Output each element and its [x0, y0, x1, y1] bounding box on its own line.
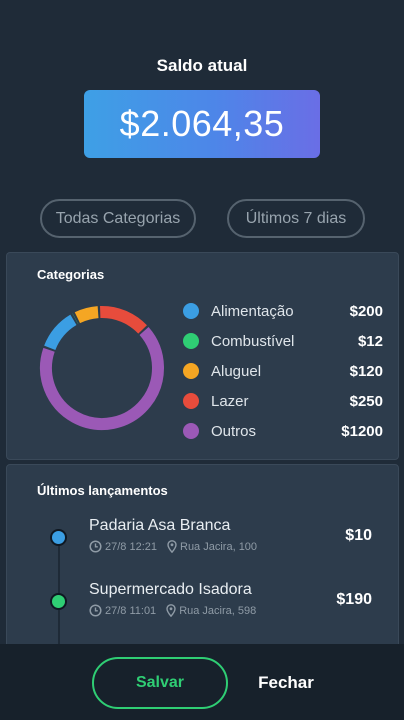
legend-label: Outros — [211, 422, 257, 440]
transaction-address: Rua Jacira, 598 — [179, 604, 257, 617]
balance-box: $2.064,35 — [84, 90, 320, 158]
transaction-item[interactable]: Supermercado Isadora 27/8 11:01 Rua Jaci… — [7, 577, 398, 637]
transaction-datetime: 27/8 11:01 — [105, 604, 157, 617]
transaction-amount: $190 — [336, 591, 372, 608]
transaction-name: Supermercado Isadora — [89, 581, 252, 598]
legend-value: $12 — [357, 332, 383, 350]
transaction-meta: 27/8 11:01 Rua Jacira, 598 — [89, 604, 256, 617]
transactions-card: Últimos lançamentos Padaria Asa Branca 2… — [6, 464, 399, 664]
transaction-item[interactable]: Padaria Asa Branca 27/8 12:21 Rua Jacira… — [7, 513, 398, 573]
bottom-action-bar: Salvar Fechar — [0, 644, 404, 720]
categories-legend: Alimentação $200 Combustível $12 Aluguel… — [183, 296, 383, 446]
donut-slice-aluguel — [74, 306, 99, 324]
transaction-datetime: 27/8 12:21 — [105, 540, 157, 553]
legend-label: Alimentação — [211, 302, 294, 320]
donut-slice-alimentacao — [44, 314, 77, 351]
legend-item-lazer[interactable]: Lazer $250 — [183, 386, 383, 416]
period-filter-button[interactable]: Últimos 7 dias — [227, 199, 365, 238]
legend-dot — [183, 333, 199, 349]
legend-value: $250 — [349, 392, 383, 410]
transaction-address: Rua Jacira, 100 — [180, 540, 258, 553]
legend-label: Combustível — [211, 332, 295, 350]
location-pin-icon — [166, 604, 176, 617]
clock-icon — [89, 604, 102, 617]
legend-label: Aluguel — [211, 362, 262, 380]
legend-dot — [183, 393, 199, 409]
legend-item-alimentacao[interactable]: Alimentação $200 — [183, 296, 383, 326]
close-button[interactable]: Fechar — [246, 657, 326, 709]
location-pin-icon — [167, 540, 177, 553]
categories-card: Categorias Alimentação $200 Combustível … — [6, 252, 399, 460]
save-button[interactable]: Salvar — [92, 657, 228, 709]
balance-label: Saldo atual — [156, 56, 248, 75]
legend-dot — [183, 303, 199, 319]
timeline-dot — [50, 529, 67, 546]
transactions-title: Últimos lançamentos — [37, 483, 168, 498]
legend-dot — [183, 423, 199, 439]
timeline-dot — [50, 593, 67, 610]
categories-title: Categorias — [37, 267, 105, 282]
transaction-name: Padaria Asa Branca — [89, 517, 231, 534]
donut-slice-lazer — [100, 306, 147, 334]
legend-item-combustivel[interactable]: Combustível $12 — [183, 326, 383, 356]
legend-value: $120 — [349, 362, 383, 380]
legend-label: Lazer — [211, 392, 249, 410]
transaction-amount: $10 — [345, 527, 372, 544]
legend-item-aluguel[interactable]: Aluguel $120 — [183, 356, 383, 386]
category-filter-button[interactable]: Todas Categorias — [40, 199, 196, 238]
donut-slice-outros — [40, 327, 164, 430]
legend-item-outros[interactable]: Outros $1200 — [183, 416, 383, 446]
transaction-meta: 27/8 12:21 Rua Jacira, 100 — [89, 540, 257, 553]
legend-value: $200 — [349, 302, 383, 320]
legend-value: $1200 — [341, 422, 383, 440]
legend-dot — [183, 363, 199, 379]
balance-value: $2.064,35 — [119, 103, 285, 144]
app-screen: Saldo atual $2.064,35 Todas Categorias Ú… — [0, 0, 404, 720]
clock-icon — [89, 540, 102, 553]
categories-donut-chart — [40, 306, 164, 430]
